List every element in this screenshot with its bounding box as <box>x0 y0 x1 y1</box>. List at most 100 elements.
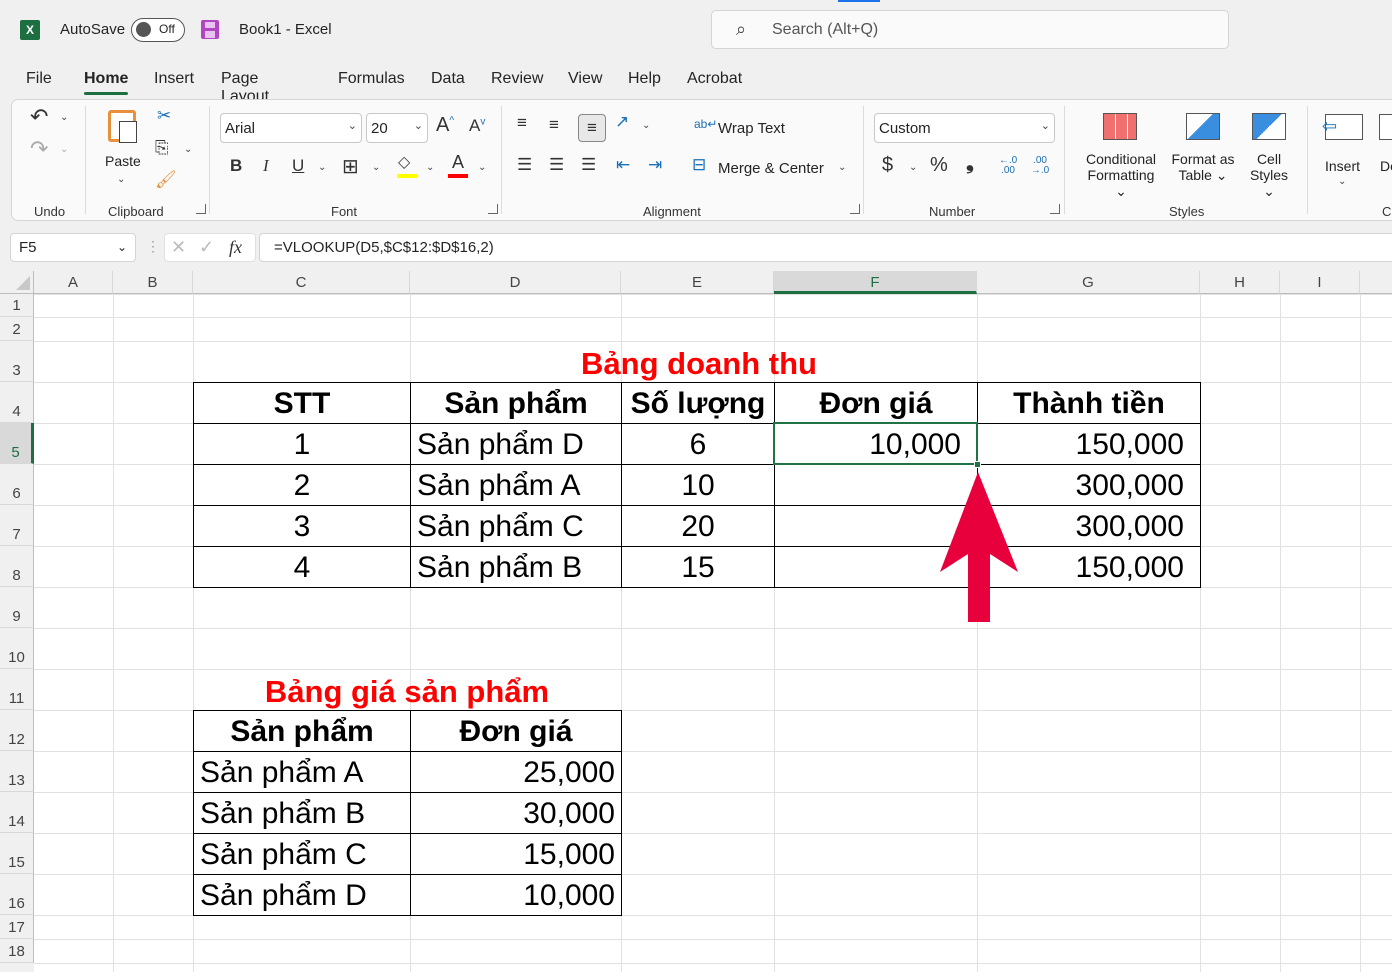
sales-cell[interactable]: Sản phẩm D <box>410 423 622 465</box>
comma-style-button[interactable]: ❟ <box>966 152 974 175</box>
row-header-12[interactable]: 12 <box>0 710 34 751</box>
search-box[interactable]: ⌕ Search (Alt+Q) <box>711 10 1229 49</box>
autosave-toggle[interactable]: Off <box>131 18 185 42</box>
sales-cell[interactable]: Sản phẩm B <box>410 546 622 588</box>
tab-file[interactable]: File <box>26 70 52 88</box>
fill-handle[interactable] <box>974 461 981 468</box>
price-header-cell[interactable]: Đơn giá <box>410 710 622 752</box>
row-header-2[interactable]: 2 <box>0 317 34 341</box>
align-center-icon[interactable]: ☰ <box>549 155 564 175</box>
font-launcher-icon[interactable] <box>488 204 498 214</box>
sales-cell[interactable]: Sản phẩm A <box>410 464 622 506</box>
cancel-icon[interactable]: ✕ <box>171 237 186 258</box>
sales-header-cell[interactable]: Sản phẩm <box>410 382 622 424</box>
row-header-17[interactable]: 17 <box>0 915 34 939</box>
price-cell[interactable]: Sản phẩm C <box>193 833 411 875</box>
column-header-i[interactable]: I <box>1280 271 1360 294</box>
row-header-9[interactable]: 9 <box>0 587 34 628</box>
row-header-15[interactable]: 15 <box>0 833 34 874</box>
enter-icon[interactable]: ✓ <box>199 237 214 258</box>
row-header-14[interactable]: 14 <box>0 792 34 833</box>
redo-icon[interactable]: ↷ <box>30 136 48 162</box>
formula-input[interactable]: =VLOOKUP(D5,$C$12:$D$16,2) <box>259 233 1392 262</box>
column-header-c[interactable]: C <box>193 271 410 294</box>
column-header-g[interactable]: G <box>977 271 1200 294</box>
top-align-icon[interactable]: ≡ <box>517 113 527 133</box>
number-format-select[interactable]: Custom ⌄ <box>874 113 1055 143</box>
column-header-h[interactable]: H <box>1200 271 1280 294</box>
row-header-5[interactable]: 5 <box>0 423 34 464</box>
tab-view[interactable]: View <box>568 70 602 88</box>
increase-decimal-button[interactable]: ←.0 .00 <box>996 156 1020 176</box>
alignment-launcher-icon[interactable] <box>850 204 860 214</box>
decrease-decimal-button[interactable]: .00 →.0 <box>1028 156 1052 176</box>
save-icon[interactable] <box>201 20 219 39</box>
middle-align-icon[interactable]: ≡ <box>549 115 559 135</box>
number-launcher-icon[interactable] <box>1050 204 1060 214</box>
conditional-formatting-button[interactable]: Conditional Formatting ⌄ <box>1081 151 1161 200</box>
tab-acrobat[interactable]: Acrobat <box>687 70 742 88</box>
merge-center-button[interactable]: Merge & Center <box>718 160 824 177</box>
undo-icon[interactable]: ↶ <box>30 104 48 130</box>
font-color-icon[interactable]: A <box>452 152 464 173</box>
align-right-icon[interactable]: ☰ <box>581 155 596 175</box>
orientation-icon[interactable]: ↗ <box>615 112 629 132</box>
align-left-icon[interactable]: ☰ <box>517 155 532 175</box>
sales-cell[interactable]: 10 <box>621 464 775 506</box>
price-cell[interactable]: 10,000 <box>410 874 622 916</box>
delete-button[interactable]: De <box>1380 158 1392 174</box>
sales-cell[interactable]: Sản phẩm C <box>410 505 622 547</box>
sales-header-cell[interactable]: Thành tiền <box>977 382 1201 424</box>
column-header-a[interactable]: A <box>34 271 113 294</box>
row-header-7[interactable]: 7 <box>0 505 34 546</box>
tab-help[interactable]: Help <box>628 70 661 88</box>
font-color-dropdown-icon[interactable]: ⌄ <box>478 162 486 173</box>
wrap-text-button[interactable]: Wrap Text <box>718 120 785 137</box>
font-name-select[interactable]: Arial ⌄ <box>220 113 362 143</box>
name-box[interactable]: F5 ⌄ <box>10 233 136 262</box>
sales-cell[interactable]: 4 <box>193 546 411 588</box>
undo-dropdown-icon[interactable]: ⌄ <box>60 112 68 123</box>
sales-header-cell[interactable]: Đơn giá <box>774 382 978 424</box>
column-header-next[interactable] <box>1360 271 1392 294</box>
row-header-10[interactable]: 10 <box>0 628 34 669</box>
cut-icon[interactable]: ✂ <box>157 106 171 126</box>
format-painter-icon[interactable]: 🖌 <box>155 170 177 190</box>
price-cell[interactable]: 25,000 <box>410 751 622 793</box>
sales-cell[interactable]: 3 <box>193 505 411 547</box>
tab-insert[interactable]: Insert <box>154 70 194 88</box>
merge-dropdown-icon[interactable]: ⌄ <box>838 162 846 173</box>
sales-cell[interactable]: 15 <box>621 546 775 588</box>
bottom-align-icon[interactable]: ≡ <box>578 114 606 142</box>
row-header-16[interactable]: 16 <box>0 874 34 915</box>
increase-font-size-icon[interactable]: A^ <box>436 114 454 137</box>
sales-cell[interactable]: 150,000 <box>977 423 1201 465</box>
column-header-d[interactable]: D <box>410 271 621 294</box>
row-header-11[interactable]: 11 <box>0 669 34 710</box>
row-header-18[interactable]: 18 <box>0 939 34 963</box>
insert-function-icon[interactable]: fx <box>229 237 242 258</box>
currency-dropdown-icon[interactable]: ⌄ <box>909 162 917 173</box>
currency-button[interactable]: $ <box>882 154 893 177</box>
decrease-indent-icon[interactable]: ⇤ <box>616 155 630 175</box>
sales-cell[interactable]: 20 <box>621 505 775 547</box>
select-all-button[interactable] <box>0 271 34 294</box>
format-as-table-button[interactable]: Format as Table ⌄ <box>1168 151 1238 184</box>
insert-dropdown-icon[interactable]: ⌄ <box>1338 176 1346 187</box>
sales-header-cell[interactable]: STT <box>193 382 411 424</box>
price-cell[interactable]: Sản phẩm A <box>193 751 411 793</box>
sales-cell[interactable]: 2 <box>193 464 411 506</box>
underline-button[interactable]: U <box>292 156 304 176</box>
sales-cell[interactable]: 1 <box>193 423 411 465</box>
tab-formulas[interactable]: Formulas <box>338 70 405 88</box>
row-header-3[interactable]: 3 <box>0 341 34 382</box>
paste-icon[interactable] <box>108 110 137 143</box>
cell-styles-button[interactable]: Cell Styles ⌄ <box>1244 151 1294 200</box>
italic-button[interactable]: I <box>263 156 269 176</box>
copy-icon[interactable]: ⎘ <box>155 138 169 158</box>
column-header-b[interactable]: B <box>113 271 193 294</box>
bold-button[interactable]: B <box>230 156 242 176</box>
row-header-4[interactable]: 4 <box>0 382 34 423</box>
sales-cell[interactable]: 6 <box>621 423 775 465</box>
price-cell[interactable]: 15,000 <box>410 833 622 875</box>
